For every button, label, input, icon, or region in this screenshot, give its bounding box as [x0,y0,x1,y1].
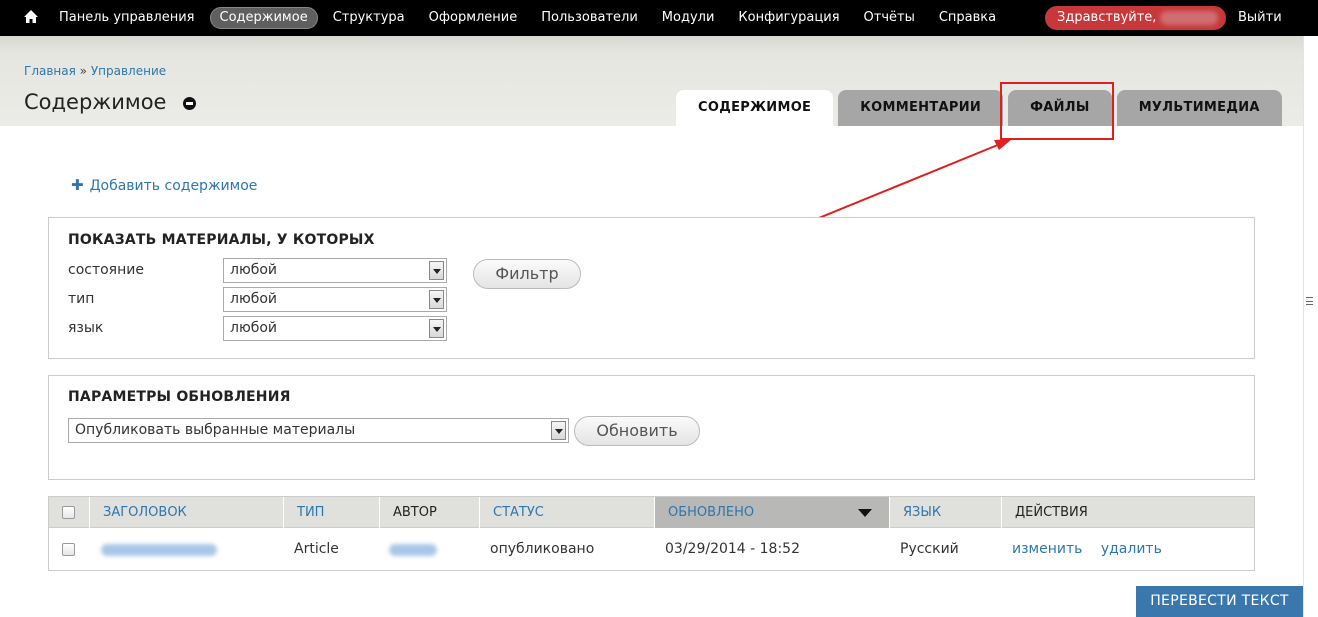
filter-legend: ПОКАЗАТЬ МАТЕРИАЛЫ, У КОТОРЫХ [68,232,375,248]
remove-shortcut-icon[interactable] [183,97,196,110]
menu-modules[interactable]: Модули [653,7,724,29]
scrollbar-grip-icon[interactable] [1306,297,1313,305]
filter-language-select[interactable]: любой [223,316,447,341]
header-updated[interactable]: ОБНОВЛЕНО [654,497,889,528]
tab-comments[interactable]: КОММЕНТАРИИ [838,90,1004,126]
greeting-user-link[interactable]: Здравствуйте, [1045,6,1226,30]
toolbar-menu: Панель управления Содержимое Структура О… [50,0,1011,36]
menu-people[interactable]: Пользователи [532,7,647,29]
tab-media[interactable]: МУЛЬТИМЕДИА [1116,90,1282,126]
header-status[interactable]: СТАТУС [479,497,654,528]
primary-tabs: СОДЕРЖИМОЕ КОММЕНТАРИИ ФАЙЛЫ МУЛЬТИМЕДИА [676,90,1287,126]
row-title-link-blurred[interactable] [101,544,217,556]
header-status-link[interactable]: СТАТУС [493,505,544,520]
breadcrumb-home[interactable]: Главная [24,64,76,78]
menu-reports[interactable]: Отчёты [855,7,924,29]
header-language-link[interactable]: ЯЗЫК [903,505,941,520]
dropdown-arrow-icon [551,421,566,440]
header-author: АВТОР [379,497,479,528]
row-status: опубликовано [490,541,595,557]
filter-type-value: любой [230,291,278,307]
breadcrumb-separator: » [79,64,88,78]
filter-status-value: любой [230,262,278,278]
update-legend: ПАРАМЕТРЫ ОБНОВЛЕНИЯ [68,389,291,405]
plus-icon: ✚ [71,176,84,194]
filter-language-label: язык [68,320,104,336]
header-type[interactable]: ТИП [283,497,379,528]
filter-status-label: состояние [68,262,144,278]
translate-text-button[interactable]: ПЕРЕВЕСТИ ТЕКСТ [1136,586,1303,617]
dropdown-arrow-icon [429,319,444,338]
menu-help[interactable]: Справка [930,7,1005,29]
menu-configuration[interactable]: Конфигурация [729,7,848,29]
filter-type-label: тип [68,291,95,307]
header-language[interactable]: ЯЗЫК [889,497,1001,528]
row-type: Article [294,541,339,557]
home-icon[interactable] [23,9,39,25]
table-header: ЗАГОЛОВОК ТИП АВТОР СТАТУС ОБНОВЛЕНО ЯЗЫ… [49,497,1254,528]
row-edit-link[interactable]: изменить [1012,541,1082,557]
filter-button[interactable]: Фильтр [473,259,581,289]
tab-content[interactable]: СОДЕРЖИМОЕ [676,90,834,126]
filter-language-value: любой [230,320,278,336]
admin-toolbar: Панель управления Содержимое Структура О… [0,0,1318,36]
greeting-text: Здравствуйте, [1057,10,1157,25]
content-table: ЗАГОЛОВОК ТИП АВТОР СТАТУС ОБНОВЛЕНО ЯЗЫ… [48,496,1255,571]
page-title: Содержимое [24,90,167,114]
filter-fieldset: ПОКАЗАТЬ МАТЕРИАЛЫ, У КОТОРЫХ состояние … [48,217,1255,359]
add-content-label: Добавить содержимое [89,178,258,194]
header-title[interactable]: ЗАГОЛОВОК [89,497,283,528]
breadcrumb-admin[interactable]: Управление [91,64,166,78]
row-language: Русский [900,541,959,557]
breadcrumb: Главная » Управление [24,64,166,78]
update-action-value: Опубликовать выбранные материалы [75,422,356,438]
update-action-select[interactable]: Опубликовать выбранные материалы [68,418,569,443]
sort-desc-icon [858,509,872,517]
blurred-username [1160,10,1219,25]
header-type-link[interactable]: ТИП [297,505,324,520]
menu-structure[interactable]: Структура [324,7,414,29]
dropdown-arrow-icon [429,261,444,280]
annotation-highlight-box [1000,82,1114,140]
vertical-scrollbar[interactable] [1303,36,1318,617]
menu-content[interactable]: Содержимое [209,7,318,29]
header-updated-link[interactable]: ОБНОВЛЕНО [668,505,754,520]
add-content-link[interactable]: ✚ Добавить содержимое [71,176,257,194]
row-actions: изменить удалить [1012,541,1162,557]
header-actions: ДЕЙСТВИЯ [1001,497,1254,528]
menu-dashboard[interactable]: Панель управления [50,7,204,29]
row-checkbox[interactable] [62,543,75,556]
menu-appearance[interactable]: Оформление [420,7,527,29]
filter-status-select[interactable]: любой [223,258,447,283]
filter-type-select[interactable]: любой [223,287,447,312]
select-all-checkbox[interactable] [62,506,75,519]
row-delete-link[interactable]: удалить [1101,541,1162,557]
update-button[interactable]: Обновить [574,416,700,446]
update-options-fieldset: ПАРАМЕТРЫ ОБНОВЛЕНИЯ Опубликовать выбран… [48,375,1255,480]
header-title-link[interactable]: ЗАГОЛОВОК [103,505,187,520]
logout-link[interactable]: Выйти [1238,0,1282,36]
row-author-link-blurred[interactable] [389,544,437,556]
dropdown-arrow-icon [429,290,444,309]
row-updated: 03/29/2014 - 18:52 [665,541,800,557]
